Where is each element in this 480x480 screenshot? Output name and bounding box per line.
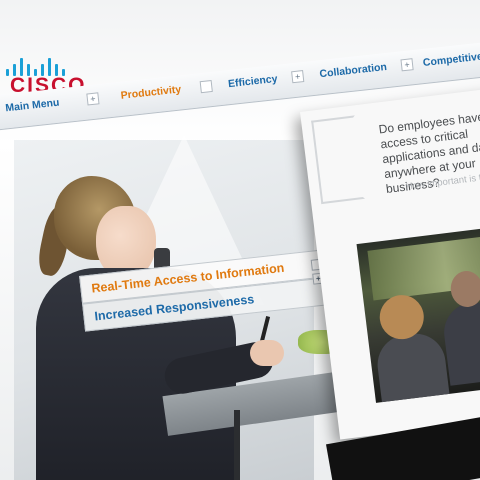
main-menu-button[interactable]: Main Menu (5, 97, 60, 115)
photo-hand (250, 340, 284, 366)
tab-productivity-expand-icon[interactable] (199, 79, 213, 94)
meeting-woman-suit (374, 330, 450, 403)
main-menu-expand-icon[interactable]: + (86, 92, 100, 106)
app-page: CISCO Main Menu + Productivity Efficienc… (0, 0, 480, 480)
meeting-photo (356, 223, 480, 403)
tab-collaboration-expand-icon[interactable]: + (400, 58, 414, 72)
tab-productivity[interactable]: Productivity (120, 83, 182, 101)
logo-bars-icon (4, 52, 80, 76)
tab-efficiency-expand-icon[interactable]: + (291, 70, 305, 84)
tab-competitive[interactable]: Competitive A (422, 49, 480, 69)
tab-collaboration[interactable]: Collaboration (319, 61, 388, 80)
tab-efficiency[interactable]: Efficiency (227, 73, 278, 90)
panel-number-graphic (311, 115, 366, 205)
photo-desk-leg (234, 410, 240, 480)
